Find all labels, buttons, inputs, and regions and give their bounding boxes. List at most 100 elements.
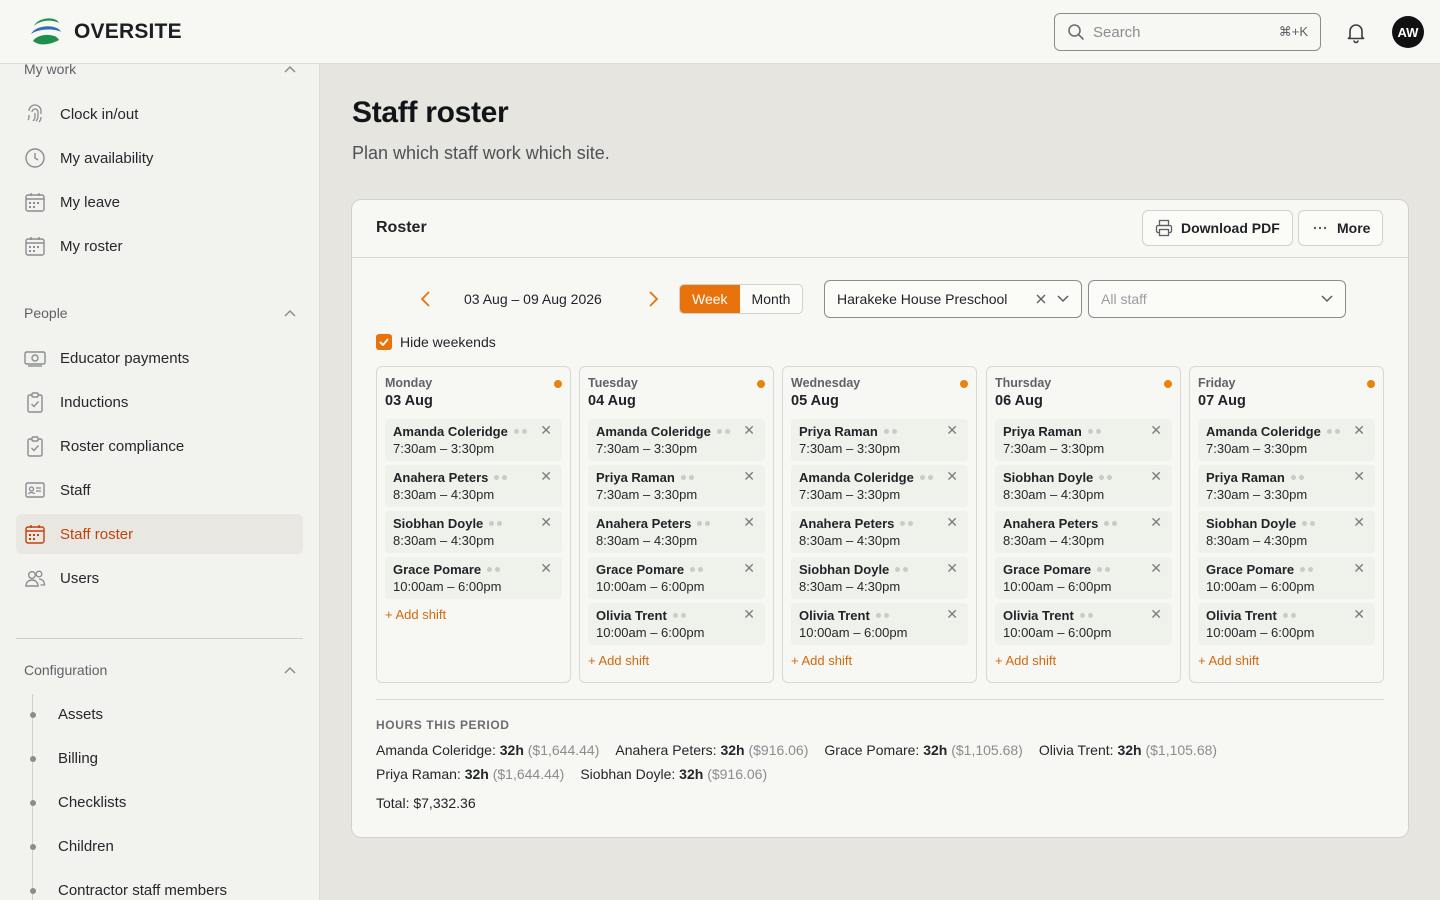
hours-entry: Olivia Trent: 32h ($1,105.68) (1039, 742, 1217, 758)
sidebar-item-my-roster[interactable]: My roster (16, 226, 303, 266)
download-pdf-button[interactable]: Download PDF (1142, 210, 1293, 246)
bell-icon[interactable] (1344, 20, 1368, 44)
remove-shift-icon[interactable]: ✕ (946, 468, 958, 485)
shift-card[interactable]: Olivia Trent 10:00am – 6:00pm ✕ (588, 603, 765, 645)
remove-shift-icon[interactable]: ✕ (540, 514, 552, 531)
shift-card[interactable]: Priya Raman 7:30am – 3:30pm ✕ (1198, 465, 1375, 507)
config-item-checklists[interactable]: Checklists (30, 794, 126, 811)
remove-shift-icon[interactable]: ✕ (743, 468, 755, 485)
shift-staff-name: Priya Raman (596, 470, 675, 485)
sidebar-item-my-availability[interactable]: My availability (16, 138, 303, 178)
shift-card[interactable]: Grace Pomare 10:00am – 6:00pm ✕ (1198, 557, 1375, 599)
remove-shift-icon[interactable]: ✕ (946, 514, 958, 531)
app-logo[interactable]: OVERSITE (28, 14, 182, 50)
remove-shift-icon[interactable]: ✕ (1150, 606, 1162, 623)
shift-staff-name: Anahera Peters (1003, 516, 1099, 531)
shift-card[interactable]: Amanda Coleridge 7:30am – 3:30pm ✕ (791, 465, 968, 507)
section-header-my-work[interactable]: My work (24, 64, 296, 77)
remove-shift-icon[interactable]: ✕ (743, 514, 755, 531)
config-item-label: Contractor staff members (58, 882, 227, 899)
add-shift-button[interactable]: + Add shift (791, 653, 852, 668)
shift-card[interactable]: Grace Pomare 10:00am – 6:00pm ✕ (995, 557, 1172, 599)
shift-card[interactable]: Anahera Peters 8:30am – 4:30pm ✕ (588, 511, 765, 553)
add-shift-button[interactable]: + Add shift (588, 653, 649, 668)
shift-card[interactable]: Siobhan Doyle 8:30am – 4:30pm ✕ (385, 511, 562, 553)
remove-shift-icon[interactable]: ✕ (1353, 606, 1365, 623)
remove-shift-icon[interactable]: ✕ (540, 560, 552, 577)
section-header-people[interactable]: People (24, 305, 296, 321)
remove-shift-icon[interactable]: ✕ (1150, 560, 1162, 577)
add-shift-button[interactable]: + Add shift (995, 653, 1056, 668)
chevron-left-icon[interactable] (416, 289, 436, 309)
sidebar-item-staff[interactable]: Staff (16, 470, 303, 510)
avatar[interactable]: AW (1392, 16, 1424, 48)
config-item-billing[interactable]: Billing (30, 750, 98, 767)
view-week-button[interactable]: Week (680, 285, 740, 313)
status-dots-icon (875, 613, 889, 618)
config-item-contractor-staff-members[interactable]: Contractor staff members (30, 882, 227, 899)
remove-shift-icon[interactable]: ✕ (540, 468, 552, 485)
sidebar-item-roster-compliance[interactable]: Roster compliance (16, 426, 303, 466)
remove-shift-icon[interactable]: ✕ (743, 606, 755, 623)
remove-shift-icon[interactable]: ✕ (743, 560, 755, 577)
shift-time: 8:30am – 4:30pm (1206, 533, 1308, 548)
hours-amount: ($1,644.44) (527, 742, 600, 758)
remove-shift-icon[interactable]: ✕ (946, 422, 958, 439)
shift-staff-name: Olivia Trent (799, 608, 870, 623)
shift-card[interactable]: Amanda Coleridge 7:30am – 3:30pm ✕ (588, 419, 765, 461)
shift-card[interactable]: Olivia Trent 10:00am – 6:00pm ✕ (1198, 603, 1375, 645)
config-item-children[interactable]: Children (30, 838, 114, 855)
remove-shift-icon[interactable]: ✕ (1353, 560, 1365, 577)
roster-card: Roster Download PDF More 03 Aug – 09 Aug… (351, 199, 1409, 838)
shift-card[interactable]: Amanda Coleridge 7:30am – 3:30pm ✕ (385, 419, 562, 461)
shift-card[interactable]: Amanda Coleridge 7:30am – 3:30pm ✕ (1198, 419, 1375, 461)
shift-card[interactable]: Siobhan Doyle 8:30am – 4:30pm ✕ (995, 465, 1172, 507)
remove-shift-icon[interactable]: ✕ (1353, 514, 1365, 531)
shift-staff-name: Siobhan Doyle (1206, 516, 1297, 531)
view-month-button[interactable]: Month (740, 285, 803, 313)
shift-card[interactable]: Priya Raman 7:30am – 3:30pm ✕ (791, 419, 968, 461)
shift-card[interactable]: Priya Raman 7:30am – 3:30pm ✕ (588, 465, 765, 507)
add-shift-button[interactable]: + Add shift (1198, 653, 1259, 668)
sidebar-item-staff-roster[interactable]: Staff roster (16, 514, 303, 554)
remove-shift-icon[interactable]: ✕ (946, 606, 958, 623)
app-name: OVERSITE (74, 20, 182, 43)
config-item-assets[interactable]: Assets (30, 706, 103, 723)
remove-shift-icon[interactable]: ✕ (1353, 422, 1365, 439)
shift-card[interactable]: Siobhan Doyle 8:30am – 4:30pm ✕ (1198, 511, 1375, 553)
shift-card[interactable]: Anahera Peters 8:30am – 4:30pm ✕ (995, 511, 1172, 553)
remove-shift-icon[interactable]: ✕ (1353, 468, 1365, 485)
remove-shift-icon[interactable]: ✕ (1150, 468, 1162, 485)
remove-shift-icon[interactable]: ✕ (1150, 514, 1162, 531)
shift-time: 10:00am – 6:00pm (799, 625, 908, 640)
remove-shift-icon[interactable]: ✕ (946, 560, 958, 577)
shift-card[interactable]: Anahera Peters 8:30am – 4:30pm ✕ (791, 511, 968, 553)
shift-card[interactable]: Grace Pomare 10:00am – 6:00pm ✕ (385, 557, 562, 599)
shift-card[interactable]: Priya Raman 7:30am – 3:30pm ✕ (995, 419, 1172, 461)
more-button[interactable]: More (1298, 210, 1384, 246)
search-input[interactable]: Search ⌘+K (1054, 13, 1321, 51)
sidebar-item-my-leave[interactable]: My leave (16, 182, 303, 222)
site-select[interactable]: Harakeke House Preschool (824, 280, 1082, 318)
shift-card[interactable]: Grace Pomare 10:00am – 6:00pm ✕ (588, 557, 765, 599)
sidebar-item-educator-payments[interactable]: Educator payments (16, 338, 303, 378)
shift-card[interactable]: Anahera Peters 8:30am – 4:30pm ✕ (385, 465, 562, 507)
remove-shift-icon[interactable]: ✕ (743, 422, 755, 439)
sidebar-item-clock-in-out[interactable]: Clock in/out (16, 94, 303, 134)
remove-shift-icon[interactable]: ✕ (1150, 422, 1162, 439)
clear-icon[interactable] (1035, 293, 1047, 305)
shift-card[interactable]: Siobhan Doyle 8:30am – 4:30pm ✕ (791, 557, 968, 599)
sidebar-item-users[interactable]: Users (16, 558, 303, 598)
sidebar-item-inductions[interactable]: Inductions (16, 382, 303, 422)
remove-shift-icon[interactable]: ✕ (540, 422, 552, 439)
staff-select[interactable]: All staff (1088, 280, 1346, 318)
section-header-configuration[interactable]: Configuration (24, 662, 296, 678)
hours-row: Priya Raman: 32h ($1,644.44) Siobhan Doyl… (376, 766, 767, 782)
hide-weekends-checkbox[interactable]: Hide weekends (376, 334, 496, 350)
day-date: 07 Aug (1198, 393, 1246, 409)
date-range: 03 Aug – 09 Aug 2026 (464, 291, 602, 307)
chevron-right-icon[interactable] (643, 289, 663, 309)
shift-card[interactable]: Olivia Trent 10:00am – 6:00pm ✕ (995, 603, 1172, 645)
shift-card[interactable]: Olivia Trent 10:00am – 6:00pm ✕ (791, 603, 968, 645)
add-shift-button[interactable]: + Add shift (385, 607, 446, 622)
